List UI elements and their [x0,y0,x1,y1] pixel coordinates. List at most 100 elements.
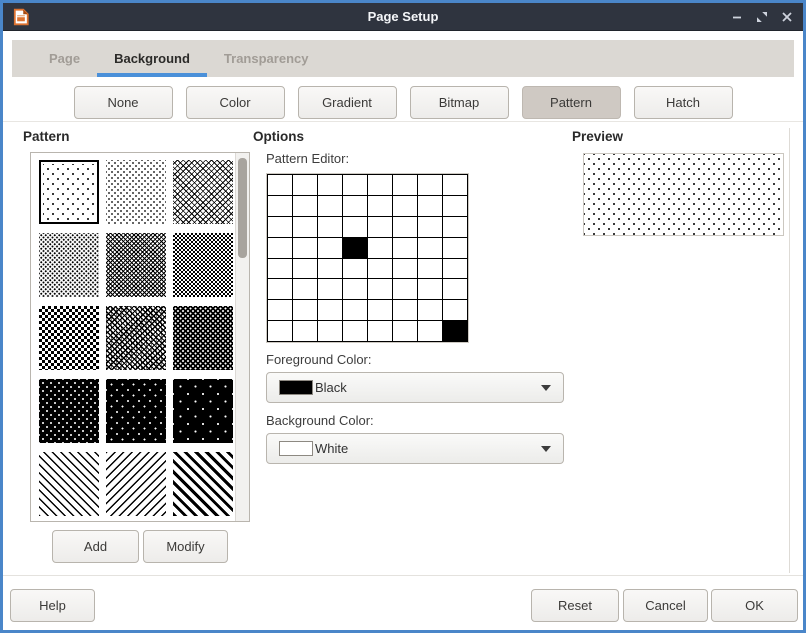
editor-cell-3-3[interactable] [343,238,367,258]
pattern-swatch-inverse-dots-medium[interactable] [39,379,99,443]
editor-cell-1-7[interactable] [443,196,467,216]
editor-cell-0-5[interactable] [393,175,417,195]
editor-cell-7-0[interactable] [268,321,292,341]
editor-cell-3-7[interactable] [443,238,467,258]
pattern-swatch-dots-dense[interactable] [39,233,99,297]
editor-cell-3-4[interactable] [368,238,392,258]
editor-cell-4-5[interactable] [393,259,417,279]
editor-cell-3-6[interactable] [418,238,442,258]
editor-cell-4-1[interactable] [293,259,317,279]
pattern-swatch-dots-sparse[interactable] [39,160,99,224]
editor-cell-7-7[interactable] [443,321,467,341]
editor-cell-0-0[interactable] [268,175,292,195]
tab-transparency[interactable]: Transparency [207,40,326,77]
editor-cell-2-2[interactable] [318,217,342,237]
editor-cell-2-1[interactable] [293,217,317,237]
editor-cell-1-3[interactable] [343,196,367,216]
restore-button[interactable] [755,11,768,24]
editor-cell-3-1[interactable] [293,238,317,258]
editor-cell-1-6[interactable] [418,196,442,216]
editor-cell-4-0[interactable] [268,259,292,279]
editor-cell-3-0[interactable] [268,238,292,258]
editor-cell-2-4[interactable] [368,217,392,237]
fill-type-hatch-button[interactable]: Hatch [634,86,733,119]
fill-type-color-button[interactable]: Color [186,86,285,119]
close-button[interactable] [780,11,793,24]
cancel-button[interactable]: Cancel [623,589,708,622]
editor-cell-0-1[interactable] [293,175,317,195]
fill-type-bitmap-button[interactable]: Bitmap [410,86,509,119]
pattern-swatch-weave-light[interactable] [173,160,233,224]
editor-cell-2-5[interactable] [393,217,417,237]
foreground-color-dropdown[interactable]: Black [266,372,564,403]
editor-cell-2-7[interactable] [443,217,467,237]
pattern-swatch-crosshatch-dense[interactable] [106,233,166,297]
editor-cell-6-4[interactable] [368,300,392,320]
editor-cell-6-2[interactable] [318,300,342,320]
tab-page[interactable]: Page [32,40,97,77]
pattern-swatch-dots-medium[interactable] [106,160,166,224]
editor-cell-5-0[interactable] [268,279,292,299]
editor-cell-7-5[interactable] [393,321,417,341]
fill-type-gradient-button[interactable]: Gradient [298,86,397,119]
editor-cell-5-1[interactable] [293,279,317,299]
editor-cell-4-2[interactable] [318,259,342,279]
editor-cell-5-3[interactable] [343,279,367,299]
editor-cell-4-7[interactable] [443,259,467,279]
editor-cell-3-5[interactable] [393,238,417,258]
editor-cell-7-6[interactable] [418,321,442,341]
editor-cell-2-6[interactable] [418,217,442,237]
editor-cell-0-6[interactable] [418,175,442,195]
editor-cell-4-4[interactable] [368,259,392,279]
pattern-swatch-noise-dense[interactable] [106,306,166,370]
pattern-swatch-diagonal-down-thick[interactable] [173,452,233,516]
pattern-list-scrollbar[interactable] [235,153,249,521]
editor-cell-1-0[interactable] [268,196,292,216]
editor-cell-7-2[interactable] [318,321,342,341]
editor-cell-7-3[interactable] [343,321,367,341]
editor-cell-7-4[interactable] [368,321,392,341]
background-color-dropdown[interactable]: White [266,433,564,464]
editor-cell-6-0[interactable] [268,300,292,320]
editor-cell-1-4[interactable] [368,196,392,216]
titlebar[interactable]: Page Setup [3,3,803,31]
editor-cell-2-3[interactable] [343,217,367,237]
editor-cell-2-0[interactable] [268,217,292,237]
editor-cell-1-1[interactable] [293,196,317,216]
editor-cell-0-2[interactable] [318,175,342,195]
editor-cell-1-5[interactable] [393,196,417,216]
editor-cell-6-5[interactable] [393,300,417,320]
reset-button[interactable]: Reset [531,589,619,622]
pattern-swatch-checker-fine[interactable] [173,233,233,297]
pattern-swatch-inverse-dots-dense[interactable] [173,306,233,370]
editor-cell-5-7[interactable] [443,279,467,299]
editor-cell-7-1[interactable] [293,321,317,341]
editor-cell-6-1[interactable] [293,300,317,320]
editor-cell-6-6[interactable] [418,300,442,320]
editor-cell-3-2[interactable] [318,238,342,258]
editor-cell-0-4[interactable] [368,175,392,195]
editor-cell-6-7[interactable] [443,300,467,320]
editor-cell-1-2[interactable] [318,196,342,216]
help-button[interactable]: Help [10,589,95,622]
editor-cell-5-6[interactable] [418,279,442,299]
fill-type-pattern-button[interactable]: Pattern [522,86,621,119]
pattern-swatch-inverse-dots-xsparse[interactable] [173,379,233,443]
ok-button[interactable]: OK [711,589,798,622]
pattern-swatch-inverse-dots-sparse[interactable] [106,379,166,443]
editor-cell-0-7[interactable] [443,175,467,195]
minimize-button[interactable] [730,11,743,24]
pattern-swatch-checker-medium[interactable] [39,306,99,370]
add-button[interactable]: Add [52,530,139,563]
editor-cell-5-2[interactable] [318,279,342,299]
editor-cell-4-3[interactable] [343,259,367,279]
editor-cell-4-6[interactable] [418,259,442,279]
modify-button[interactable]: Modify [143,530,228,563]
editor-cell-6-3[interactable] [343,300,367,320]
editor-cell-5-5[interactable] [393,279,417,299]
editor-cell-0-3[interactable] [343,175,367,195]
fill-type-none-button[interactable]: None [74,86,173,119]
pattern-swatch-diagonal-down-thin[interactable] [39,452,99,516]
pattern-swatch-diagonal-up-thin[interactable] [106,452,166,516]
scrollbar-thumb[interactable] [238,158,247,258]
